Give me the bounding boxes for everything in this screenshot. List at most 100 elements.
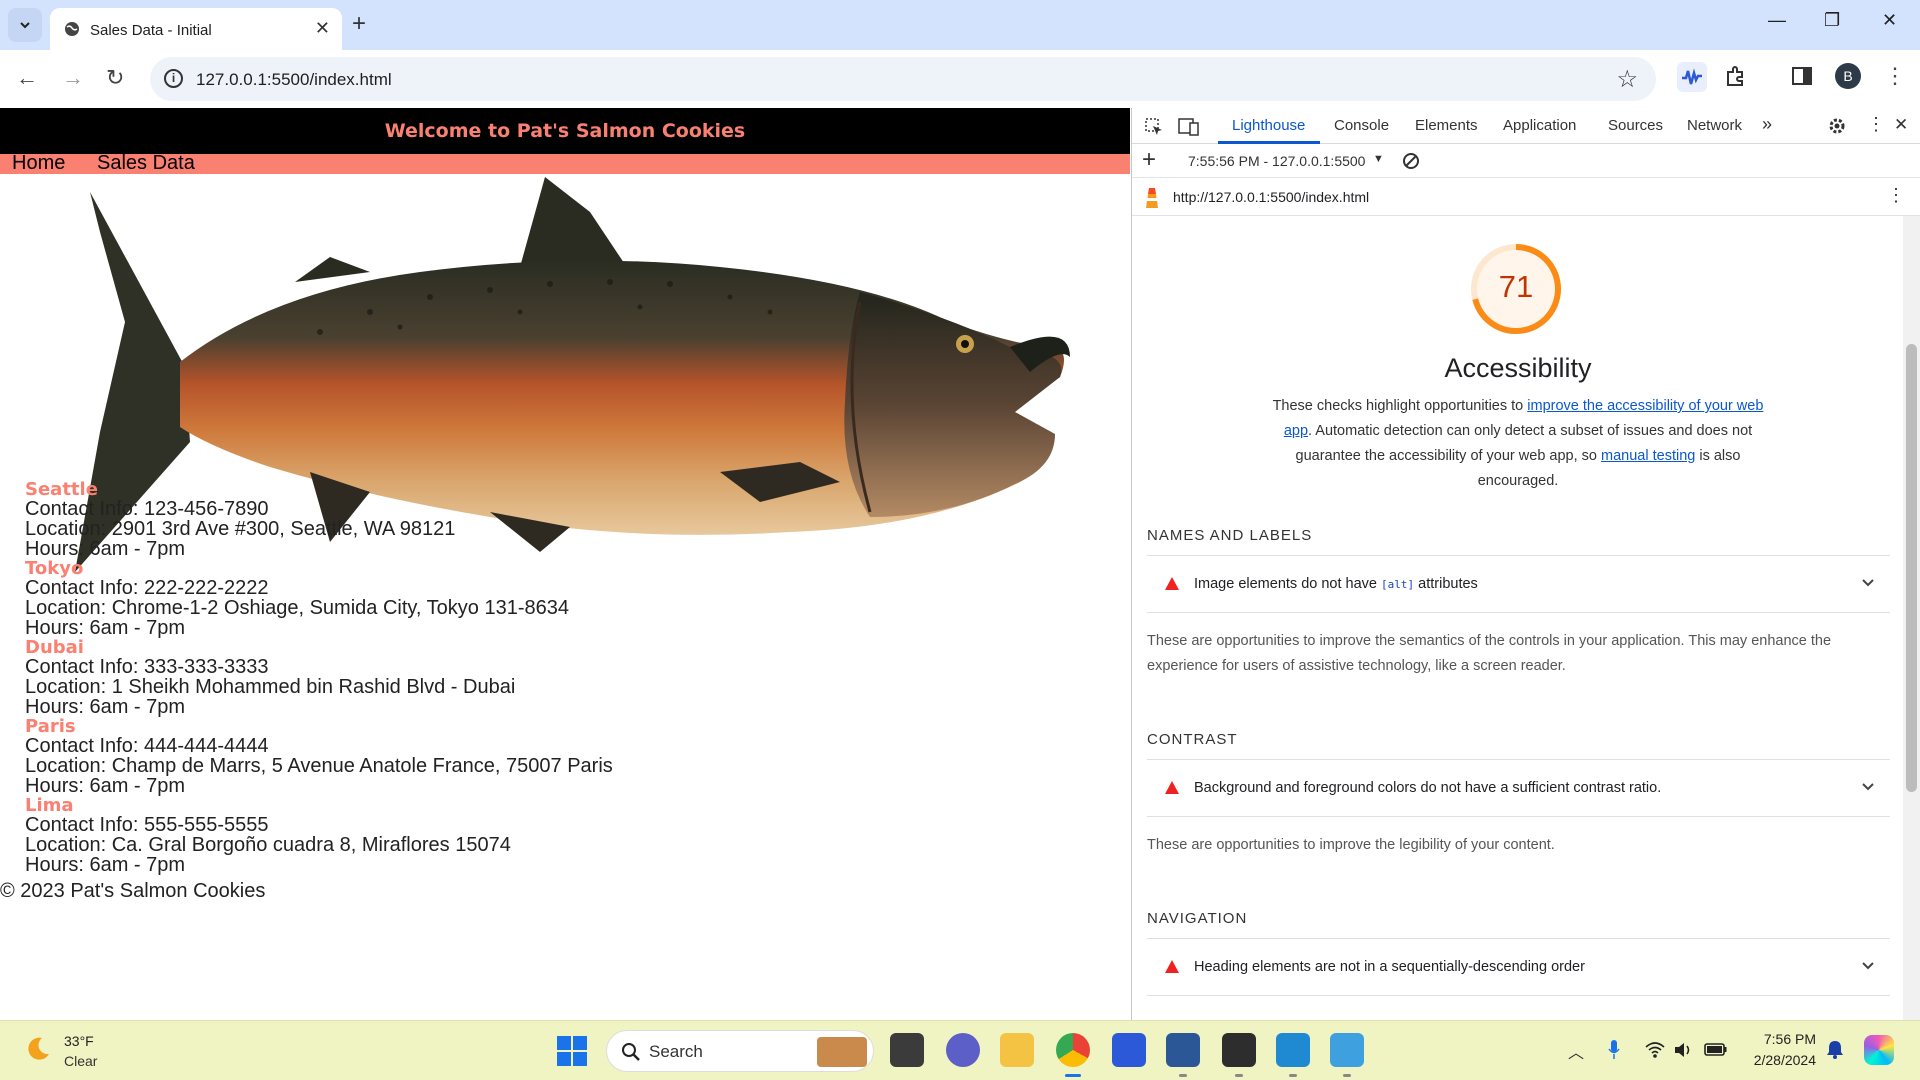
side-panel-icon[interactable] [1790,64,1814,88]
report-dropdown-icon[interactable]: ▼ [1373,153,1384,165]
audit-title: Background and foreground colors do not … [1194,780,1662,796]
device-toolbar-icon[interactable] [1178,117,1200,137]
fail-triangle-icon [1165,960,1179,973]
tab-lighthouse[interactable]: Lighthouse [1232,117,1305,134]
site-info-icon[interactable]: i [164,69,183,88]
new-report-button[interactable]: + [1142,146,1156,174]
weather-temperature[interactable]: 33°F [64,1033,94,1049]
fail-triangle-icon [1165,781,1179,794]
reload-button[interactable]: ↻ [106,66,124,90]
location-address: Location: Champ de Marrs, 5 Avenue Anato… [25,755,613,777]
audit-heading-order[interactable]: Heading elements are not in a sequential… [1147,938,1890,996]
volume-icon[interactable] [1673,1041,1693,1059]
search-placeholder: Search [649,1042,703,1061]
settings-gear-icon[interactable] [1827,116,1847,136]
moon-weather-icon[interactable] [24,1035,52,1063]
tab-application[interactable]: Application [1503,117,1576,134]
terminal-icon[interactable] [1222,1033,1256,1067]
back-button[interactable]: ← [16,66,38,90]
tab-network[interactable]: Network [1687,117,1742,134]
inspect-element-icon[interactable] [1144,117,1164,137]
tab-console[interactable]: Console [1334,117,1389,134]
clear-reports-icon[interactable] [1402,152,1420,170]
location-name: Paris [25,716,76,737]
task-view-icon[interactable] [890,1033,924,1067]
group-heading-contrast: CONTRAST [1147,731,1238,748]
weather-condition[interactable]: Clear [64,1053,97,1069]
nav-link-home[interactable]: Home [12,152,65,175]
location-hours: Hours: 6am - 7pm [25,617,186,639]
notepad-icon[interactable] [1330,1033,1364,1067]
location-hours: Hours: 6am - 7pm [25,854,186,876]
wifi-icon[interactable] [1644,1041,1666,1059]
search-icon [622,1043,640,1061]
url-text: 127.0.0.1:5500/index.html [196,70,392,89]
chevron-down-icon[interactable] [1860,574,1876,590]
description-text: These checks highlight opportunities to [1272,398,1528,414]
wave-app-icon[interactable] [1112,1033,1146,1067]
extensions-puzzle-icon[interactable] [1724,64,1748,88]
audit-color-contrast[interactable]: Background and foreground colors do not … [1147,759,1890,817]
tab-elements[interactable]: Elements [1415,117,1478,134]
search-highlight-image [817,1037,867,1067]
vscode-icon[interactable] [1276,1033,1310,1067]
close-tab-icon[interactable]: ✕ [315,18,330,39]
taskbar-search[interactable]: Search [606,1030,874,1072]
close-devtools-icon[interactable]: ✕ [1894,115,1908,135]
location-hours: Hours: 6am - 7pm [25,696,186,718]
clock-date[interactable]: 2/28/2024 [1745,1052,1816,1068]
browser-menu-icon[interactable]: ⋮ [1884,64,1906,88]
chevron-down-icon[interactable] [1860,957,1876,973]
new-tab-button[interactable]: + [352,12,366,36]
chevron-down-icon[interactable] [1860,778,1876,794]
site-title: Welcome to Pat's Salmon Cookies [384,120,746,142]
site-nav: Home Sales Data [0,152,1130,175]
microphone-icon[interactable] [1607,1039,1621,1061]
bookmark-star-icon[interactable]: ☆ [1616,65,1638,94]
manual-testing-link[interactable]: manual testing [1601,448,1695,464]
report-menu-icon[interactable]: ⋮ [1887,185,1905,206]
category-description: These checks highlight opportunities to … [1265,394,1771,494]
battery-icon[interactable] [1704,1041,1728,1057]
minimize-icon[interactable]: — [1768,10,1786,31]
tab-sources[interactable]: Sources [1608,117,1663,134]
file-explorer-icon[interactable] [1000,1033,1034,1067]
profile-avatar[interactable]: B [1835,63,1861,89]
vscode-open-indicator [1289,1074,1297,1077]
report-selector[interactable]: 7:55:56 PM - 127.0.0.1:5500 [1188,153,1365,169]
close-window-icon[interactable]: ✕ [1882,10,1897,31]
extension-wave-icon[interactable] [1677,62,1707,92]
fail-triangle-icon [1165,577,1179,590]
restore-icon[interactable]: ❐ [1824,10,1840,31]
group-heading-navigation: NAVIGATION [1147,910,1248,927]
location-item: Paris Contact Info: 444-444-4444 Locatio… [25,717,1105,796]
copilot-icon[interactable] [1864,1035,1894,1065]
lighthouse-toolbar: + 7:55:56 PM - 127.0.0.1:5500 ▼ [1132,144,1920,178]
address-bar[interactable]: i 127.0.0.1:5500/index.html ☆ [150,57,1656,101]
web-page: Welcome to Pat's Salmon Cookies Home Sal… [0,108,1130,1020]
forward-button[interactable]: → [62,66,84,90]
report-scrollbar[interactable] [1903,216,1920,1020]
word-icon[interactable] [1166,1033,1200,1067]
devtools-menu-icon[interactable]: ⋮ [1867,114,1885,135]
location-item: Lima Contact Info: 555-555-5555 Location… [25,796,1105,875]
audit-title: Heading elements are not in a sequential… [1194,959,1585,975]
more-tabs-icon[interactable]: » [1762,114,1772,135]
tray-overflow-icon[interactable]: ︿ [1568,1039,1584,1063]
score-gauge: 71 [1469,242,1563,336]
clock-time[interactable]: 7:56 PM [1760,1031,1816,1047]
windows-start-icon[interactable] [556,1035,588,1067]
browser-tab[interactable]: Sales Data - Initial ✕ [50,8,342,50]
chrome-icon[interactable] [1056,1033,1090,1067]
location-name: Dubai [25,637,84,658]
notepad-open-indicator [1343,1074,1351,1077]
terminal-open-indicator [1235,1074,1243,1077]
location-name: Seattle [25,479,98,500]
teams-chat-icon[interactable] [946,1033,980,1067]
location-contact: Contact Info: 222-222-2222 [25,577,269,599]
tab-search-button[interactable] [8,8,42,42]
notification-bell-icon[interactable] [1826,1039,1844,1059]
site-footer: © 2023 Pat's Salmon Cookies [0,880,266,902]
audit-image-alt[interactable]: Image elements do not have [alt] attribu… [1147,555,1890,613]
scrollbar-thumb[interactable] [1906,344,1917,792]
